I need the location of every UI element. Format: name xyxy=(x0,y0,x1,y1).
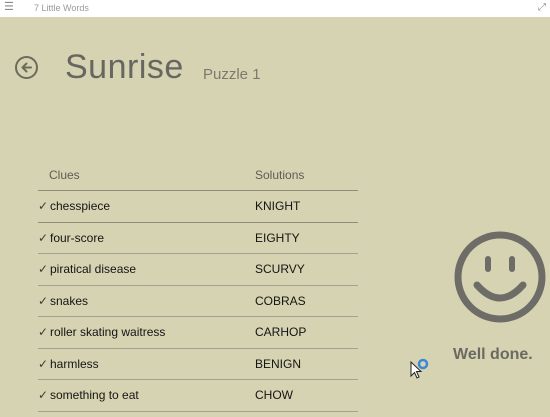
solution-text: COBRAS xyxy=(255,293,306,308)
clue-text: chesspiece xyxy=(50,199,111,213)
back-arrow-icon xyxy=(21,62,32,73)
check-icon: ✓ xyxy=(38,293,49,308)
table-row: ✓ piratical disease SCURVY xyxy=(38,254,358,286)
clue-text: piratical disease xyxy=(50,262,137,276)
clue-text: harmless xyxy=(50,356,99,371)
page-title: Sunrise xyxy=(65,48,184,86)
check-icon: ✓ xyxy=(38,356,49,371)
clue-text: four-score xyxy=(50,230,105,245)
solutions-header: Solutions xyxy=(255,168,305,182)
solution-text: BENIGN xyxy=(255,356,302,371)
clue-text: something to eat xyxy=(50,388,139,402)
check-icon: ✓ xyxy=(38,325,49,339)
clue-text: roller skating waitress xyxy=(50,325,166,339)
table-header: Clues Solutions xyxy=(38,165,358,191)
table-row: ✓ four-score EIGHTY xyxy=(38,223,358,254)
busy-cursor-icon xyxy=(410,358,429,379)
check-icon: ✓ xyxy=(38,199,49,213)
table-row: ✓ something to eat CHOW xyxy=(38,380,358,412)
app-title: 7 Little Words xyxy=(34,3,89,13)
clues-table: Clues Solutions ✓ chesspiece KNIGHT ✓ fo… xyxy=(38,165,358,412)
check-icon: ✓ xyxy=(38,262,49,276)
smiley-face-icon xyxy=(454,231,546,323)
table-row: ✓ chesspiece KNIGHT xyxy=(38,191,358,223)
solution-text: KNIGHT xyxy=(255,199,301,213)
well-done-message: Well done. xyxy=(453,346,533,363)
clues-header: Clues xyxy=(49,168,80,182)
expand-icon[interactable]: ⤢ xyxy=(538,0,546,15)
back-button[interactable] xyxy=(15,56,38,79)
title-bar: ☰ 7 Little Words ⤢ xyxy=(0,0,550,17)
hamburger-icon[interactable]: ☰ xyxy=(4,0,14,15)
solution-text: CHOW xyxy=(255,388,293,402)
table-row: ✓ roller skating waitress CARHOP xyxy=(38,317,358,349)
solution-text: SCURVY xyxy=(255,262,305,276)
solution-text: EIGHTY xyxy=(255,230,300,245)
clue-text: snakes xyxy=(50,293,89,308)
solution-text: CARHOP xyxy=(255,325,307,339)
check-icon: ✓ xyxy=(38,388,49,402)
check-icon: ✓ xyxy=(38,230,49,245)
table-row: ✓ harmless BENIGN xyxy=(38,349,358,380)
table-row: ✓ snakes COBRAS xyxy=(38,286,358,317)
puzzle-label: Puzzle 1 xyxy=(203,66,261,83)
